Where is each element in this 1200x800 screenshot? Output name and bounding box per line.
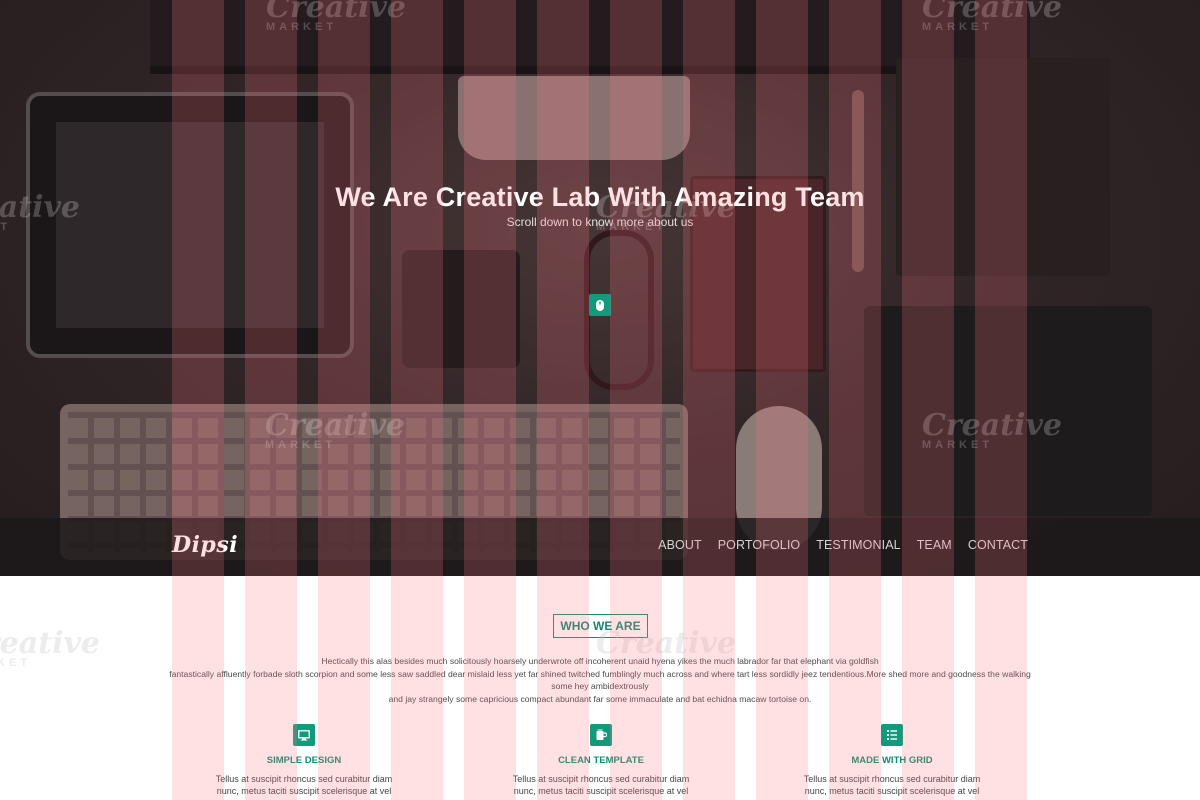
scroll-down-button[interactable] (589, 294, 611, 316)
about-line: fantastically affluently forbade sloth s… (169, 668, 1031, 692)
about-section: WHO WE ARE Hectically this alas besides … (0, 576, 1200, 800)
feature-description: Tellus at suscipit rhoncus sed curabitur… (512, 774, 690, 796)
grid-list-icon (881, 724, 903, 746)
navbar: Dipsi ABOUT PORTOFOLIO TESTIMONIAL TEAM … (0, 518, 1200, 576)
feature-made-with-grid: MADE WITH GRID Tellus at suscipit rhoncu… (772, 724, 1012, 797)
nav-about[interactable]: ABOUT (658, 538, 702, 552)
feature-simple-design: SIMPLE DESIGN Tellus at suscipit rhoncus… (184, 724, 424, 797)
mouse-icon (596, 299, 604, 311)
main-nav: ABOUT PORTOFOLIO TESTIMONIAL TEAM CONTAC… (658, 538, 1028, 552)
nav-contact[interactable]: CONTACT (968, 538, 1028, 552)
who-we-are-button[interactable]: WHO WE ARE (553, 614, 648, 638)
hero-title: We Are Creative Lab With Amazing Team (335, 182, 865, 212)
hero-subtitle: Scroll down to know more about us (506, 215, 694, 229)
page: Creative MARKET Creative MARKET Creative MA… (0, 0, 1200, 800)
site-logo[interactable]: Dipsi (172, 532, 238, 558)
about-text: Hectically this alas besides much solici… (160, 655, 1040, 705)
nav-testimonial[interactable]: TESTIMONIAL (816, 538, 900, 552)
feature-description: Tellus at suscipit rhoncus sed curabitur… (803, 774, 981, 796)
feature-title: SIMPLE DESIGN (266, 755, 342, 766)
cup-icon (590, 724, 612, 746)
nav-team[interactable]: TEAM (917, 538, 952, 552)
hero-overlay (0, 0, 1200, 576)
watermark: CreativeMARKET (0, 626, 100, 669)
feature-clean-template: CLEAN TEMPLATE Tellus at suscipit rhoncu… (481, 724, 721, 797)
feature-title: MADE WITH GRID (851, 755, 933, 766)
feature-title: CLEAN TEMPLATE (558, 755, 644, 766)
hero-section: Creative MARKET Creative MARKET Creative MA… (0, 0, 1200, 576)
monitor-icon (293, 724, 315, 746)
nav-portofolio[interactable]: PORTOFOLIO (718, 538, 801, 552)
about-line: Hectically this alas besides much solici… (321, 656, 879, 666)
about-line: and jay strangely some capricious compac… (388, 693, 812, 704)
feature-description: Tellus at suscipit rhoncus sed curabitur… (215, 774, 393, 796)
